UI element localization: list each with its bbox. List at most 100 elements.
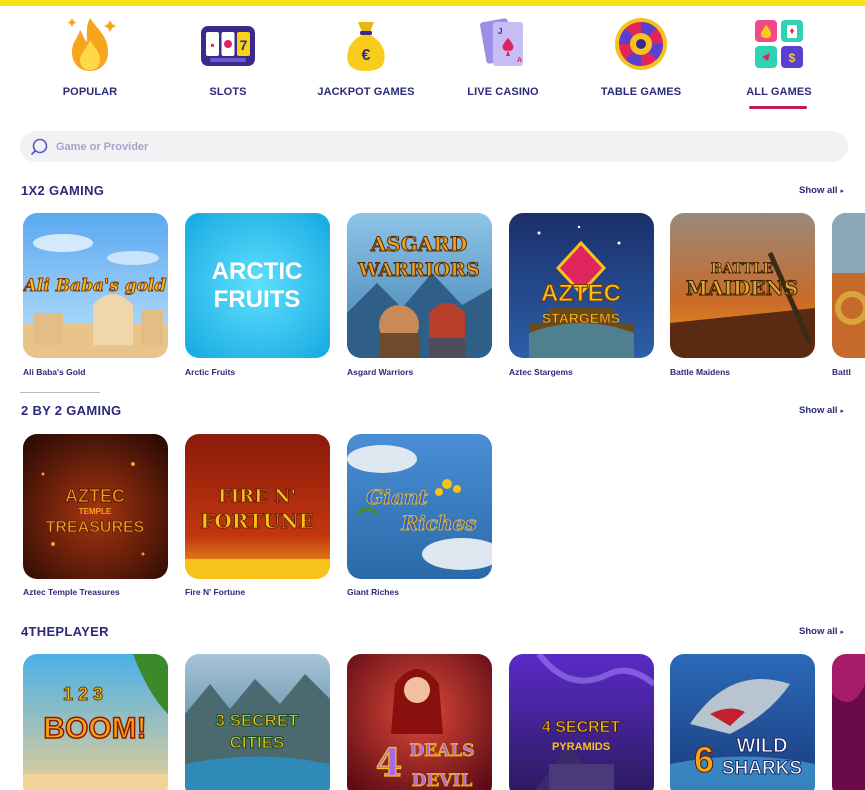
game-name: Arctic Fruits (185, 367, 236, 377)
svg-text:3 SECRET: 3 SECRET (215, 711, 299, 730)
show-all-link[interactable]: Show all ▸ (799, 185, 844, 196)
category-jackpot-games[interactable]: € JACKPOT GAMES (306, 14, 426, 114)
svg-text:PYRAMIDS: PYRAMIDS (552, 741, 610, 753)
all-games-grid-icon: $ (755, 20, 803, 68)
game-thumbnail: AZTEC STARGEMS (509, 213, 654, 358)
game-tile-fire-n-fortune[interactable]: FIRE N' FORTUNE (185, 434, 330, 579)
game-name: Fire N' Fortune (185, 587, 246, 597)
game-tile-arctic-fruits[interactable]: ARCTIC FRUITS (185, 213, 330, 358)
svg-text:$: $ (789, 51, 796, 65)
game-thumbnail (832, 654, 865, 790)
svg-text:A: A (517, 57, 522, 64)
game-thumbnail: FIRE N' FORTUNE (185, 434, 330, 579)
game-tile-battle-maidens[interactable]: BATTLE MAIDENS (670, 213, 815, 358)
svg-text:BATTLE: BATTLE (711, 261, 774, 277)
game-thumbnail: Giant Riches (347, 434, 492, 579)
game-thumbnail: 4 DEALS DEVIL (347, 654, 492, 790)
section-title: 1X2 GAMING (21, 183, 105, 198)
svg-text:DEVIL: DEVIL (412, 771, 473, 790)
svg-text:6: 6 (694, 739, 714, 780)
category-live-casino[interactable]: J A LIVE CASINO (443, 14, 563, 114)
game-thumbnail: 3 SECRET CITIES (185, 654, 330, 790)
flame-icon (67, 18, 116, 71)
section-divider (20, 392, 100, 393)
playing-cards-icon: J A (480, 18, 523, 66)
svg-text:€: € (362, 47, 371, 64)
svg-text:4 SECRET: 4 SECRET (542, 719, 620, 736)
svg-text:SHARKS: SHARKS (722, 758, 802, 779)
game-thumbnail: BATTLE MAIDENS (670, 213, 815, 358)
svg-text:AZTEC: AZTEC (65, 486, 125, 506)
game-tile-asgard-warriors[interactable]: ASGARD WARRIORS (347, 213, 492, 358)
svg-text:MAIDENS: MAIDENS (686, 276, 798, 300)
arrow-right-icon: ▸ (840, 188, 845, 195)
category-table-games[interactable]: TABLE GAMES (581, 14, 701, 114)
svg-text:CITIES: CITIES (230, 733, 285, 752)
category-slots[interactable]: ▪ 7 SLOTS (168, 14, 288, 114)
svg-text:▪: ▪ (210, 38, 214, 52)
svg-text:Ali Baba's gold: Ali Baba's gold (23, 276, 166, 296)
svg-text:WARRIORS: WARRIORS (357, 259, 479, 281)
category-all-games[interactable]: $ ALL GAMES (719, 14, 839, 114)
svg-text:AZTEC: AZTEC (541, 280, 621, 307)
svg-text:FORTUNE: FORTUNE (200, 509, 314, 533)
game-tile-aztec-temple-treasures[interactable]: AZTEC TEMPLE TREASURES (23, 434, 168, 579)
svg-text:BOOM!: BOOM! (43, 712, 146, 745)
game-tile-partial[interactable] (832, 654, 865, 790)
game-name: Ali Baba's Gold (23, 367, 86, 377)
game-tile-aztec-stargems[interactable]: AZTEC STARGEMS (509, 213, 654, 358)
svg-text:Giant: Giant (366, 485, 428, 509)
game-thumbnail: Ali Baba's gold (23, 213, 168, 358)
svg-text:1 2 3: 1 2 3 (63, 684, 103, 704)
show-all-link[interactable]: Show all ▸ (799, 626, 844, 637)
show-all-link[interactable]: Show all ▸ (799, 405, 844, 416)
search-input[interactable] (56, 136, 816, 158)
arrow-right-icon: ▸ (840, 408, 845, 415)
category-label: ALL GAMES (746, 86, 812, 98)
game-tile-4-deals-with-the-devil[interactable]: 4 DEALS DEVIL (347, 654, 492, 790)
game-tile-3-secret-cities[interactable]: 3 SECRET CITIES (185, 654, 330, 790)
game-name: Giant Riches (347, 587, 399, 597)
game-thumbnail: AZTEC TEMPLE TREASURES (23, 434, 168, 579)
svg-text:WILD: WILD (736, 735, 787, 757)
slot-machine-icon: ▪ 7 (201, 26, 255, 66)
game-tile-giant-riches[interactable]: Giant Riches (347, 434, 492, 579)
svg-text:FRUITS: FRUITS (214, 286, 301, 313)
svg-text:TEMPLE: TEMPLE (79, 507, 112, 516)
game-name: Battl (832, 367, 851, 377)
game-thumbnail: ASGARD WARRIORS (347, 213, 492, 358)
game-name: Aztec Stargems (509, 367, 573, 377)
money-bag-icon: € (347, 22, 385, 71)
svg-text:4: 4 (376, 740, 402, 785)
game-name: Battle Maidens (670, 367, 730, 377)
game-thumbnail: 4 SECRET PYRAMIDS (509, 654, 654, 790)
svg-text:7: 7 (240, 37, 248, 53)
category-popular[interactable]: POPULAR (30, 14, 150, 114)
category-label: LIVE CASINO (467, 86, 539, 98)
svg-text:DEALS: DEALS (409, 741, 474, 761)
category-label: POPULAR (62, 86, 118, 98)
search-bar (20, 131, 848, 162)
active-category-underline (749, 106, 807, 109)
search-icon[interactable] (30, 137, 50, 157)
svg-text:J: J (498, 27, 502, 36)
svg-text:ASGARD: ASGARD (370, 232, 468, 256)
game-name: Aztec Temple Treasures (23, 587, 120, 597)
game-tile-4-secret-pyramids[interactable]: 4 SECRET PYRAMIDS (509, 654, 654, 790)
svg-text:STARGEMS: STARGEMS (542, 310, 620, 326)
category-nav: POPULAR ▪ 7 SLOTS € JACKPOT GAMES J A LI… (20, 14, 848, 114)
game-tile-partial[interactable] (832, 213, 865, 358)
game-thumbnail (832, 213, 865, 358)
svg-text:TREASURES: TREASURES (46, 519, 145, 536)
category-label: SLOTS (209, 86, 247, 98)
game-name: Asgard Warriors (347, 367, 414, 377)
game-tile-6-wild-sharks[interactable]: 6 WILD SHARKS (670, 654, 815, 790)
roulette-wheel-icon (615, 18, 667, 70)
svg-text:Riches: Riches (401, 511, 477, 535)
section-title: 4THEPLAYER (21, 624, 109, 639)
category-label: TABLE GAMES (600, 86, 682, 98)
game-tile-ali-babas-gold[interactable]: Ali Baba's gold (23, 213, 168, 358)
svg-text:ARCTIC: ARCTIC (212, 258, 303, 285)
arrow-right-icon: ▸ (840, 629, 845, 636)
game-tile-123-boom[interactable]: 1 2 3 BOOM! (23, 654, 168, 790)
